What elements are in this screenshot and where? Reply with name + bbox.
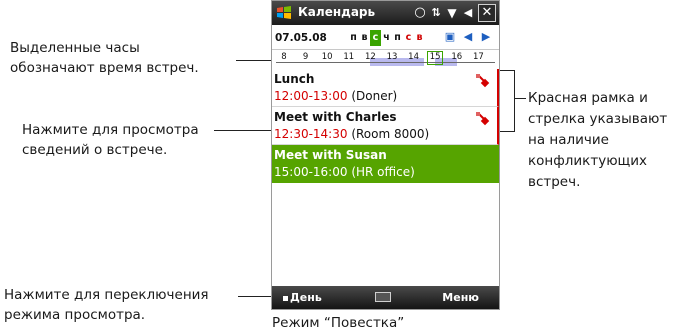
weekday-thu[interactable]: ч <box>381 30 392 46</box>
bracket-line <box>514 70 515 132</box>
hour-label: 9 <box>302 52 309 62</box>
current-hour-marker <box>427 51 444 65</box>
hour-label: 10 <box>321 52 333 62</box>
bullet-icon <box>283 296 288 301</box>
title-bar: Календарь ○ ⇅ ▼ ◀ ✕ <box>272 1 499 25</box>
volume-icon[interactable]: ◀ <box>461 4 475 22</box>
callout-line: на наличие <box>528 132 609 148</box>
current-date[interactable]: 07.05.08 <box>275 32 327 44</box>
callout-line: сведений о встрече. <box>22 142 168 158</box>
weekday-fri[interactable]: п <box>392 30 403 46</box>
appointment-time: 15:00-16:00 (HR office) <box>274 165 415 179</box>
weekday-strip: п в с ч п с в <box>348 30 425 46</box>
go-to-today-icon[interactable]: ▣ <box>442 29 458 45</box>
callout-line: Нажмите для переключения <box>4 287 209 303</box>
callout-switch-view: Нажмите для переключения режима просмотр… <box>4 285 209 325</box>
leader-line <box>514 98 526 99</box>
appointment-lunch[interactable]: Lunch 12:00-13:00 (Doner) <box>272 69 499 107</box>
callout-line: встреч. <box>528 174 581 190</box>
conflict-arrow-icon <box>476 74 490 88</box>
callout-highlighted-hours: Выделенные часы обозначают время встреч. <box>10 38 199 78</box>
hour-label: 11 <box>343 52 355 62</box>
keyboard-icon[interactable] <box>375 292 391 302</box>
signal-icon[interactable]: ▼ <box>445 4 459 22</box>
next-day-icon[interactable]: ▶ <box>478 29 494 45</box>
appointment-meet-charles[interactable]: Meet with Charles 12:30-14:30 (Room 8000… <box>272 107 499 145</box>
leader-line <box>236 60 276 61</box>
appointment-title: Meet with Charles <box>274 110 397 124</box>
appointment-location: (Room 8000) <box>351 127 430 141</box>
appointment-location: (HR office) <box>351 165 415 179</box>
bracket-line <box>500 70 515 71</box>
callout-line: Красная рамка и <box>528 90 648 106</box>
appointment-location: (Doner) <box>351 89 398 103</box>
appointment-time: 12:30-14:30 (Room 8000) <box>274 127 429 141</box>
sync-icon[interactable]: ⇅ <box>430 4 442 22</box>
conflict-arrow-icon <box>476 112 490 126</box>
callout-line: Нажмите для просмотра <box>22 122 199 138</box>
bracket-line <box>500 131 515 132</box>
hour-label: 14 <box>408 52 419 62</box>
hour-label: 13 <box>386 52 398 62</box>
callout-conflict: Красная рамка и стрелка указывают на нал… <box>528 88 667 193</box>
callout-line: стрелка указывают <box>528 111 668 127</box>
figure-caption: Режим “Повестка” <box>272 315 405 331</box>
weekday-sat[interactable]: с <box>403 30 414 46</box>
timeline-axis <box>276 62 495 63</box>
appointment-title: Meet with Susan <box>274 148 387 162</box>
menu-softkey[interactable]: Меню <box>442 291 479 304</box>
phone-screen: Календарь ○ ⇅ ▼ ◀ ✕ 07.05.08 п в с ч п с… <box>271 0 500 310</box>
hour-label: 17 <box>472 52 484 62</box>
appointment-hours: 12:30-14:30 <box>274 127 348 141</box>
weekday-sun[interactable]: в <box>414 30 425 46</box>
hour-label: 16 <box>451 52 463 62</box>
app-title: Календарь <box>298 5 376 19</box>
hour-label: 12 <box>364 52 376 62</box>
callout-line: обозначают время встреч. <box>10 60 199 76</box>
softkey-bar: День Меню <box>272 286 499 309</box>
appointment-meet-susan[interactable]: Meet with Susan 15:00-16:00 (HR office) <box>272 145 499 183</box>
previous-day-icon[interactable]: ◀ <box>460 29 476 45</box>
weekday-mon[interactable]: п <box>348 30 359 46</box>
callout-line: режима просмотра. <box>4 307 146 323</box>
appointment-hours: 12:00-13:00 <box>274 89 348 103</box>
weekday-tue[interactable]: в <box>359 30 370 46</box>
leader-line <box>214 130 274 131</box>
callout-tap-details: Нажмите для просмотра сведений о встрече… <box>22 120 199 160</box>
hour-label: 8 <box>281 52 287 62</box>
navigation-row: 07.05.08 п в с ч п с в ▣ ◀ ▶ <box>272 27 499 50</box>
appointment-title: Lunch <box>274 72 315 86</box>
close-icon[interactable]: ✕ <box>478 4 496 22</box>
day-view-softkey[interactable]: День <box>290 291 322 304</box>
start-menu-icon[interactable] <box>276 5 292 21</box>
appointment-time: 12:00-13:00 (Doner) <box>274 89 397 103</box>
appointment-hours: 15:00-16:00 <box>274 165 348 179</box>
callout-line: Выделенные часы <box>10 40 140 56</box>
hour-timeline: 8 9 10 11 12 13 14 15 16 17 <box>272 50 499 68</box>
weekday-wed-today[interactable]: с <box>370 30 381 46</box>
speech-bubble-icon[interactable]: ○ <box>413 4 427 22</box>
callout-line: конфликтующих <box>528 153 648 169</box>
